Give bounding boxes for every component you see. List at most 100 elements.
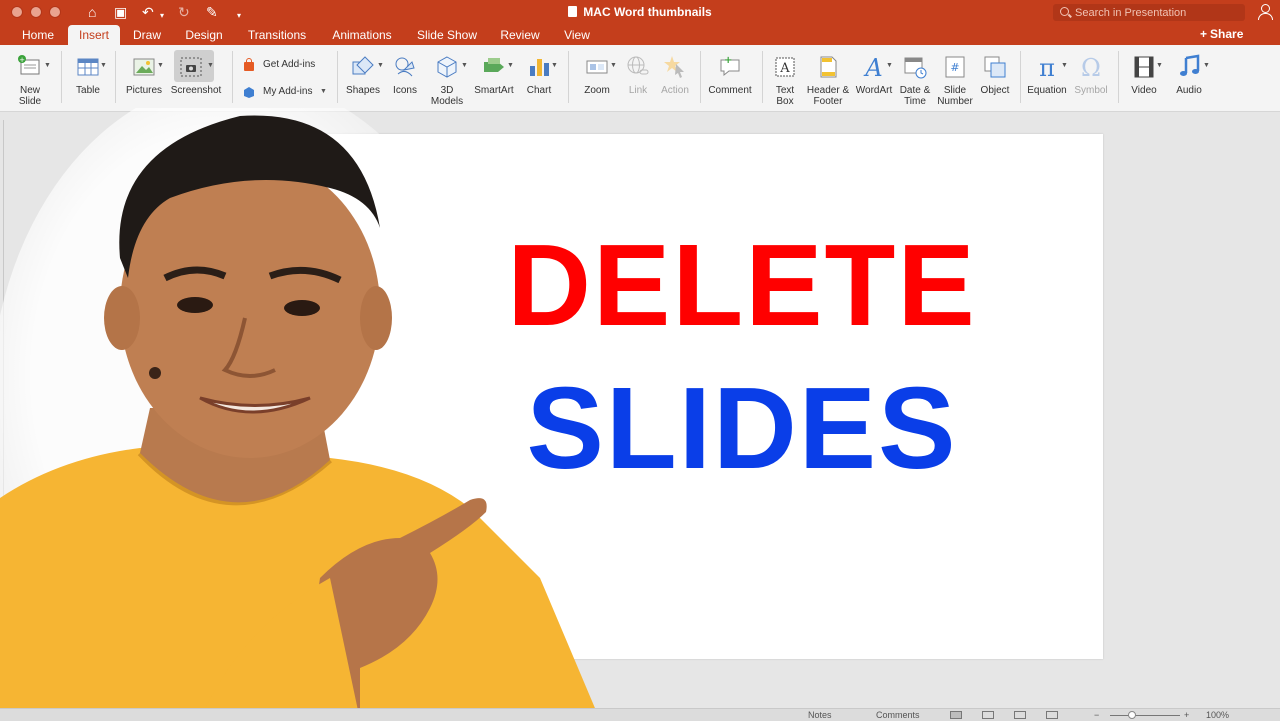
shapes-icon	[352, 56, 374, 75]
insert-ribbon: + New Slide ▼ Table ▼ Pictures ▼ Screensh…	[0, 45, 1280, 112]
comment-button[interactable]: + Comment	[704, 45, 756, 111]
icons-button[interactable]: Icons	[386, 45, 424, 111]
svg-text:+: +	[724, 55, 732, 66]
screenshot-dropdown-icon[interactable]: ▼	[207, 62, 214, 69]
my-addins-dropdown-icon[interactable]: ▼	[320, 83, 327, 101]
text-box-icon: A	[775, 57, 795, 77]
mole	[149, 367, 161, 379]
tab-animations[interactable]: Animations	[324, 25, 400, 45]
document-title-text: MAC Word thumbnails	[583, 5, 712, 19]
document-icon	[568, 6, 578, 17]
slide-sorter-view-icon[interactable]	[982, 711, 994, 719]
audio-label: Audio	[1176, 85, 1202, 96]
svg-text:A: A	[863, 54, 882, 80]
wordart-icon: A	[863, 54, 882, 80]
equation-dropdown-icon[interactable]: ▼	[1061, 62, 1068, 69]
tab-design[interactable]: Design	[178, 25, 230, 45]
svg-text:Ω: Ω	[1081, 54, 1101, 80]
tab-insert[interactable]: Insert	[68, 25, 120, 45]
zoom-level[interactable]: 100%	[1206, 710, 1229, 721]
object-button[interactable]: Object	[976, 45, 1014, 111]
new-slide-button[interactable]: + New Slide	[8, 45, 52, 111]
smartart-dropdown-icon[interactable]: ▼	[507, 62, 514, 69]
notes-button[interactable]: Notes	[808, 710, 832, 721]
tab-transitions[interactable]: Transitions	[238, 25, 316, 45]
date-time-button[interactable]: Date & Time	[896, 45, 934, 111]
smartart-button[interactable]: SmartArt	[470, 45, 518, 111]
calendar-clock-icon	[904, 57, 927, 79]
shapes-button[interactable]: Shapes	[342, 45, 384, 111]
zoom-in-icon[interactable]: +	[1184, 710, 1189, 721]
symbol-label: Symbol	[1074, 85, 1108, 96]
link-button[interactable]: Link	[620, 45, 656, 111]
tab-slide-show[interactable]: Slide Show	[408, 25, 486, 45]
symbol-button[interactable]: Ω Symbol	[1070, 45, 1112, 111]
tab-home[interactable]: Home	[14, 25, 62, 45]
get-addins-label: Get Add-ins	[263, 59, 316, 70]
my-addins-button[interactable]: My Add-ins ▼	[242, 83, 332, 101]
my-addins-label: My Add-ins	[263, 86, 313, 97]
slide-number-button[interactable]: # Slide Number	[934, 45, 976, 111]
film-strip-icon	[1134, 56, 1154, 78]
header-footer-label-2: Footer	[813, 96, 843, 107]
equation-button[interactable]: π Equation	[1024, 45, 1070, 111]
svg-text:#: #	[950, 61, 959, 74]
pictures-button[interactable]: Pictures	[122, 45, 166, 111]
zoom-button[interactable]: Zoom	[576, 45, 618, 111]
reading-view-icon[interactable]	[1014, 711, 1026, 719]
separator	[568, 51, 569, 103]
share-button[interactable]: + Share	[1200, 25, 1243, 45]
svg-text:π: π	[1039, 54, 1055, 80]
audio-button[interactable]: Audio	[1168, 45, 1210, 111]
presenter-photo	[0, 108, 600, 720]
chart-icon	[530, 59, 549, 76]
separator	[232, 51, 233, 103]
slide-show-view-icon[interactable]	[1046, 711, 1058, 719]
action-button[interactable]: Action	[656, 45, 694, 111]
tab-view[interactable]: View	[554, 25, 600, 45]
link-label: Link	[628, 85, 648, 96]
pictures-dropdown-icon[interactable]: ▼	[157, 62, 164, 69]
zoom-out-icon[interactable]: −	[1094, 710, 1099, 721]
3d-models-button[interactable]: 3D Models	[426, 45, 468, 111]
search-icon	[1060, 7, 1069, 16]
wordart-button[interactable]: A WordArt	[852, 45, 896, 111]
cube-icon	[437, 56, 457, 78]
object-icon	[984, 56, 1006, 78]
icons-icon	[395, 57, 415, 77]
search-box[interactable]	[1053, 4, 1245, 21]
normal-view-icon[interactable]	[950, 711, 962, 719]
screenshot-button[interactable]: Screenshot	[168, 45, 224, 111]
3d-models-dropdown-icon[interactable]: ▼	[461, 62, 468, 69]
comments-button[interactable]: Comments	[876, 710, 920, 721]
video-dropdown-icon[interactable]: ▼	[1156, 62, 1163, 69]
shapes-dropdown-icon[interactable]: ▼	[377, 62, 384, 69]
video-button[interactable]: Video	[1124, 45, 1164, 111]
zoom-dropdown-icon[interactable]: ▼	[610, 62, 617, 69]
audio-dropdown-icon[interactable]: ▼	[1203, 62, 1210, 69]
get-addins-button[interactable]: Get Add-ins	[242, 56, 327, 74]
header-footer-button[interactable]: Header & Footer	[804, 45, 852, 111]
table-dropdown-icon[interactable]: ▼	[100, 62, 107, 69]
equation-label: Equation	[1027, 85, 1067, 96]
account-icon[interactable]	[1258, 4, 1273, 20]
text-box-button[interactable]: A Text Box	[766, 45, 804, 111]
wordart-label: WordArt	[855, 85, 893, 96]
smartart-icon	[484, 58, 504, 72]
new-slide-dropdown-icon[interactable]: ▼	[44, 62, 51, 69]
tab-review[interactable]: Review	[494, 25, 546, 45]
zoom-slider-track[interactable]	[1110, 715, 1180, 716]
chart-dropdown-icon[interactable]: ▼	[551, 62, 558, 69]
table-button[interactable]: Table	[68, 45, 108, 111]
zoom-slider-knob[interactable]	[1128, 711, 1136, 719]
smartart-label: SmartArt	[474, 85, 514, 96]
search-input[interactable]	[1075, 4, 1241, 21]
chart-button[interactable]: Chart	[520, 45, 558, 111]
right-eye	[284, 300, 320, 316]
separator	[762, 51, 763, 103]
wordart-dropdown-icon[interactable]: ▼	[886, 62, 893, 69]
action-label: Action	[661, 85, 689, 96]
tab-draw[interactable]: Draw	[126, 25, 168, 45]
zoom-label: Zoom	[584, 85, 610, 96]
slide-number-label-2: Number	[937, 96, 973, 107]
